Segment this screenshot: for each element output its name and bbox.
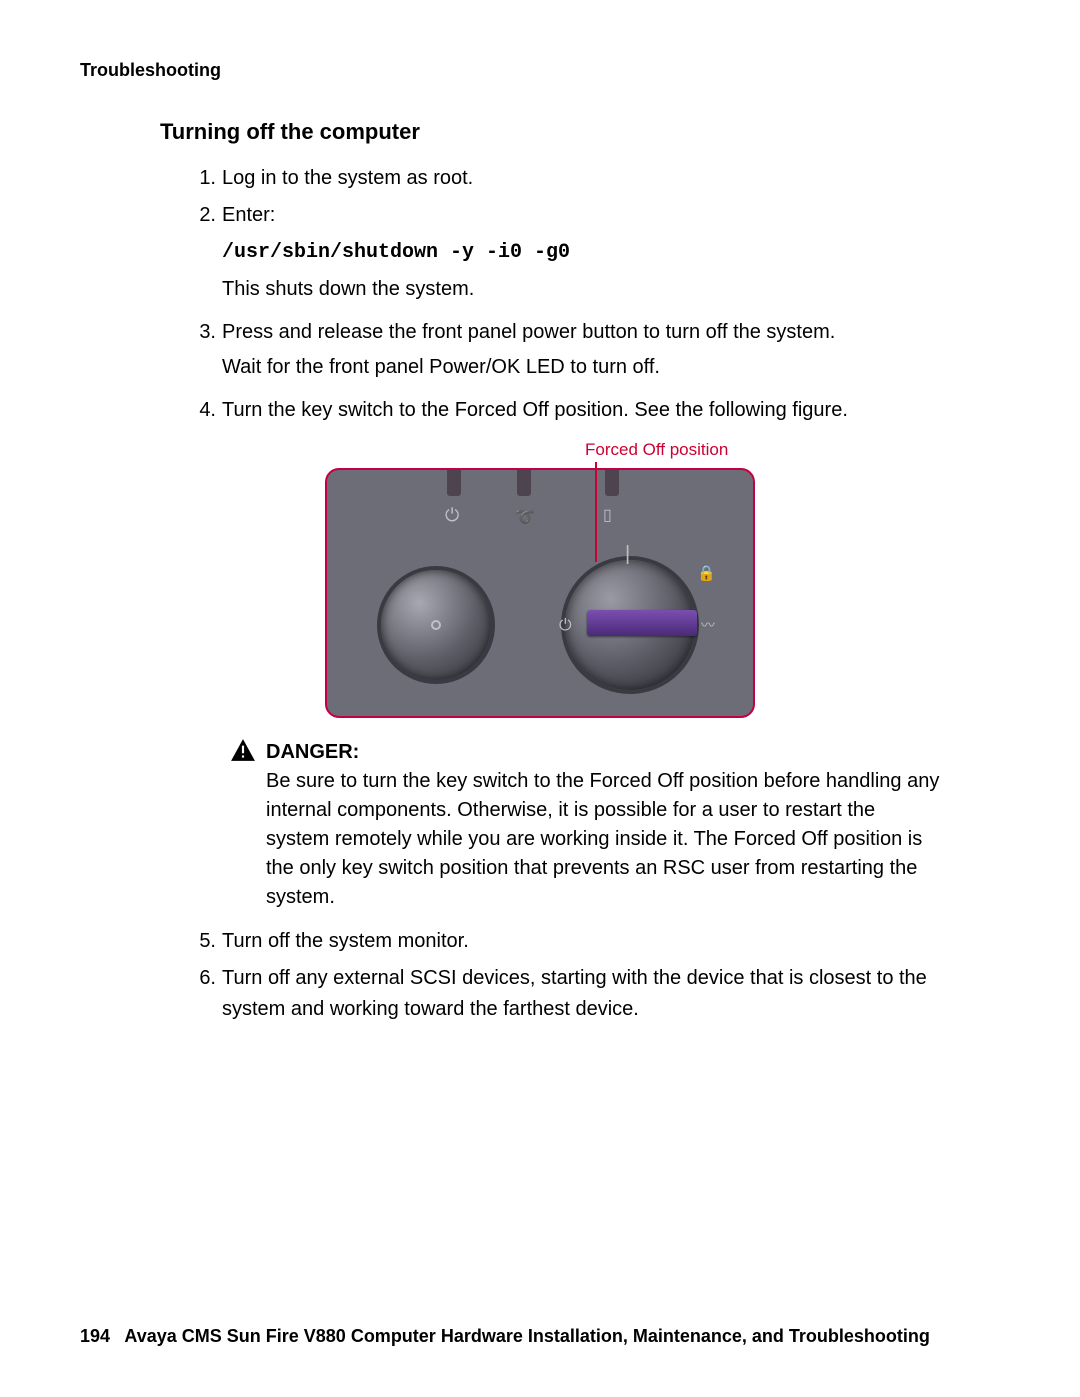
normal-on-icon: | — [625, 544, 630, 564]
step-text: Enter: /usr/sbin/shutdown -y -i0 -g0 Thi… — [222, 200, 940, 311]
callout-leader-line — [595, 462, 597, 562]
step-number: 1. — [190, 163, 216, 194]
key-slot-illustration — [587, 610, 697, 636]
step-number: 6. — [190, 963, 216, 1025]
footer-title: Avaya CMS Sun Fire V880 Computer Hardwar… — [124, 1326, 930, 1346]
danger-text: DANGER: Be sure to turn the key switch t… — [266, 738, 940, 912]
wrench-icon: ➰ — [515, 510, 535, 526]
danger-label: DANGER: — [266, 741, 359, 763]
list-item: 1. Log in to the system as root. — [190, 163, 940, 194]
danger-triangle-icon — [230, 738, 258, 912]
page-number: 194 — [80, 1326, 110, 1346]
power-icon: ⏻ — [445, 506, 459, 524]
step-line: Press and release the front panel power … — [222, 317, 940, 348]
step-list: 1. Log in to the system as root. 2. Ente… — [190, 163, 940, 426]
panel-tab — [605, 470, 619, 496]
document-page: Troubleshooting Turning off the computer… — [0, 0, 1080, 1397]
list-item: 3. Press and release the front panel pow… — [190, 317, 940, 389]
figure: Forced Off position ⏻ ➰ ▯ ⏻ | 🔒 — [80, 444, 1000, 718]
step-text: Turn off the system monitor. — [222, 926, 940, 957]
step-text: Press and release the front panel power … — [222, 317, 940, 389]
step-note: This shuts down the system. — [222, 274, 940, 305]
step-number: 5. — [190, 926, 216, 957]
panel-tab — [517, 470, 531, 496]
diagnostics-icon: 〰 — [701, 618, 715, 632]
document-icon: ▯ — [603, 508, 612, 524]
step-text: Turn off any external SCSI devices, star… — [222, 963, 940, 1025]
panel-top-icons: ⏻ ➰ ▯ — [327, 506, 753, 530]
step-intro: Enter: — [222, 200, 940, 231]
step-number: 4. — [190, 395, 216, 426]
danger-admonition: DANGER: Be sure to turn the key switch t… — [230, 738, 940, 912]
list-item: 6. Turn off any external SCSI devices, s… — [190, 963, 940, 1025]
front-panel-illustration: ⏻ ➰ ▯ ⏻ | 🔒 〰 — [325, 468, 755, 718]
running-header: Troubleshooting — [80, 60, 1000, 81]
panel-tab — [447, 470, 461, 496]
list-item: 2. Enter: /usr/sbin/shutdown -y -i0 -g0 … — [190, 200, 940, 311]
step-text: Turn the key switch to the Forced Off po… — [222, 395, 940, 426]
step-number: 2. — [190, 200, 216, 311]
step-text: Log in to the system as root. — [222, 163, 940, 194]
figure-inner: Forced Off position ⏻ ➰ ▯ ⏻ | 🔒 — [325, 444, 755, 718]
danger-body: Be sure to turn the key switch to the Fo… — [266, 770, 939, 908]
step-list-continued: 5. Turn off the system monitor. 6. Turn … — [190, 926, 940, 1025]
button-center-dot — [431, 620, 441, 630]
page-footer: 194 Avaya CMS Sun Fire V880 Computer Har… — [80, 1326, 930, 1347]
command-text: /usr/sbin/shutdown -y -i0 -g0 — [222, 237, 940, 268]
step-number: 3. — [190, 317, 216, 389]
list-item: 5. Turn off the system monitor. — [190, 926, 940, 957]
step-line: Wait for the front panel Power/OK LED to… — [222, 352, 940, 383]
section-title: Turning off the computer — [160, 119, 1000, 145]
list-item: 4. Turn the key switch to the Forced Off… — [190, 395, 940, 426]
callout-label: Forced Off position — [585, 440, 785, 460]
power-button-illustration — [381, 570, 491, 680]
locked-icon: 🔒 — [697, 566, 716, 581]
forced-off-icon: ⏻ — [559, 618, 572, 634]
